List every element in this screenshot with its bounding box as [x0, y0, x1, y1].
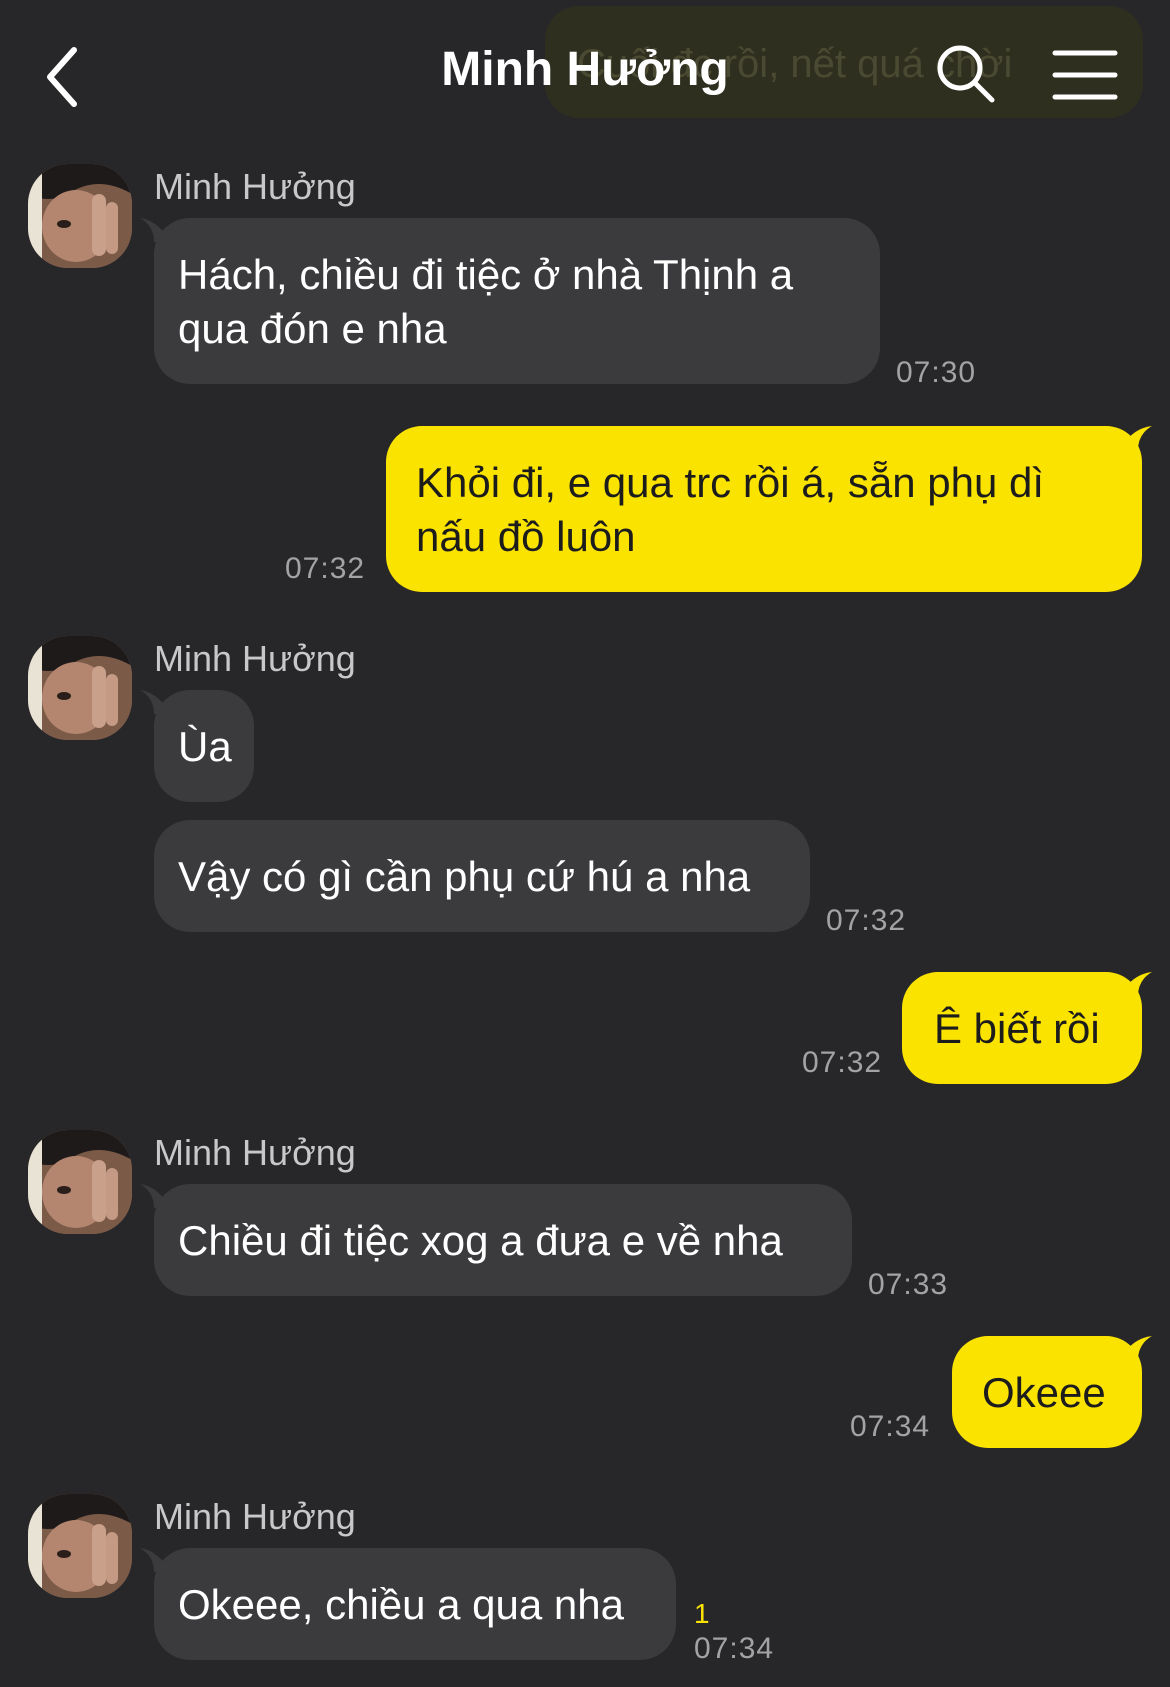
message-time: 07:32 — [826, 904, 907, 937]
avatar-photo-icon — [28, 636, 132, 740]
message-text: Okeee — [982, 1369, 1106, 1416]
message-text: qua đón e nha — [178, 305, 447, 352]
outgoing-message-bubble[interactable]: Ê biết rồi — [902, 972, 1142, 1084]
sender-name: Minh Hưởng — [154, 1496, 356, 1537]
message-time: 07:33 — [868, 1268, 949, 1301]
sender-name: Minh Hưởng — [154, 638, 356, 679]
search-button[interactable] — [934, 42, 998, 106]
incoming-message-bubble[interactable]: Ùa — [154, 690, 254, 802]
contact-avatar[interactable] — [28, 164, 132, 268]
contact-avatar[interactable] — [28, 636, 132, 740]
search-icon — [937, 45, 995, 103]
bubble-tail — [1122, 972, 1152, 996]
outgoing-message-bubble[interactable]: Okeee — [952, 1336, 1142, 1448]
avatar-photo-icon — [28, 1494, 132, 1598]
message-text: Ê biết rồi — [934, 1005, 1100, 1052]
sender-name: Minh Hưởng — [154, 166, 356, 207]
bubble-tail — [1122, 426, 1152, 450]
outgoing-message-bubble[interactable]: Khỏi đi, e qua trc rồi á, sẵn phụ dì nấu… — [386, 426, 1142, 592]
contact-avatar[interactable] — [28, 1130, 132, 1234]
message-text: Vậy có gì cần phụ cứ hú a nha — [178, 853, 751, 900]
unread-count: 1 — [694, 1598, 710, 1629]
menu-button[interactable] — [1052, 48, 1118, 102]
message-time: 07:32 — [802, 1046, 883, 1079]
avatar-photo-icon — [28, 1130, 132, 1234]
message-time: 07:30 — [896, 356, 977, 389]
message-text: Okeee, chiều a qua nha — [178, 1581, 625, 1628]
message-text: Khỏi đi, e qua trc rồi á, sẵn phụ dì — [416, 459, 1045, 506]
message-text: nấu đồ luôn — [416, 513, 636, 560]
incoming-message-bubble[interactable]: Chiều đi tiệc xog a đưa e về nha — [154, 1184, 852, 1296]
message-text: Hách, chiều đi tiệc ở nhà Thịnh a — [178, 251, 794, 298]
avatar-photo-icon — [28, 164, 132, 268]
message-text: Ùa — [178, 723, 232, 770]
chat-title: Minh Hưởng — [441, 43, 729, 96]
message-time: 07:32 — [285, 552, 366, 585]
message-text: Chiều đi tiệc xog a đưa e về nha — [178, 1217, 783, 1264]
chevron-left-icon — [47, 47, 77, 107]
menu-icon — [1052, 50, 1118, 100]
message-time: 07:34 — [694, 1632, 775, 1665]
contact-avatar[interactable] — [28, 1494, 132, 1598]
message-time: 07:34 — [850, 1410, 931, 1443]
incoming-message-bubble[interactable]: Vậy có gì cần phụ cứ hú a nha — [154, 820, 810, 932]
back-button[interactable] — [40, 42, 96, 112]
sender-name: Minh Hưởng — [154, 1132, 356, 1173]
bubble-tail — [1122, 1336, 1152, 1360]
incoming-message-bubble[interactable]: Hách, chiều đi tiệc ở nhà Thịnh a qua đó… — [154, 218, 880, 384]
chat-header: Minh Hưởng — [0, 0, 1170, 150]
incoming-message-bubble[interactable]: Okeee, chiều a qua nha — [154, 1548, 676, 1660]
